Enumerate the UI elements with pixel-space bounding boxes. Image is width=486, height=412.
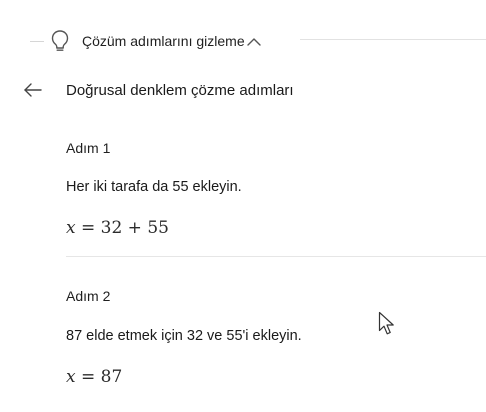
- step-1-equation-rest: = 32 + 55: [75, 218, 169, 238]
- toggle-divider-right: [300, 39, 486, 40]
- toggle-divider-left: [30, 41, 44, 42]
- step-2-description: 87 elde etmek için 32 ve 55'i ekleyin.: [66, 328, 302, 344]
- hide-steps-toggle[interactable]: Çözüm adımlarını gizleme: [50, 26, 262, 56]
- steps-title: Doğrusal denklem çözme adımları: [66, 82, 294, 99]
- step-2-equation: x = 87: [66, 367, 122, 387]
- step-1-label: Adım 1: [66, 140, 111, 156]
- step-1-description: Her iki tarafa da 55 ekleyin.: [66, 179, 242, 195]
- step-2-equation-rest: = 87: [75, 367, 123, 387]
- toggle-row: Çözüm adımlarını gizleme: [0, 26, 486, 56]
- steps-header: Doğrusal denklem çözme adımları: [0, 78, 486, 106]
- lightbulb-icon: [50, 29, 70, 53]
- solution-steps-panel: Çözüm adımlarını gizleme Doğrusal denkle…: [0, 0, 486, 412]
- arrow-left-icon[interactable]: [22, 80, 44, 100]
- mouse-cursor-icon: [378, 311, 396, 337]
- step-2-equation-variable: x: [66, 367, 76, 387]
- chevron-up-icon: [246, 35, 262, 47]
- step-divider: [66, 256, 486, 257]
- toggle-label: Çözüm adımlarını gizleme: [82, 33, 245, 49]
- step-2-label: Adım 2: [66, 288, 111, 304]
- step-1-equation-variable: x: [66, 218, 76, 238]
- step-1-equation: x = 32 + 55: [66, 218, 169, 238]
